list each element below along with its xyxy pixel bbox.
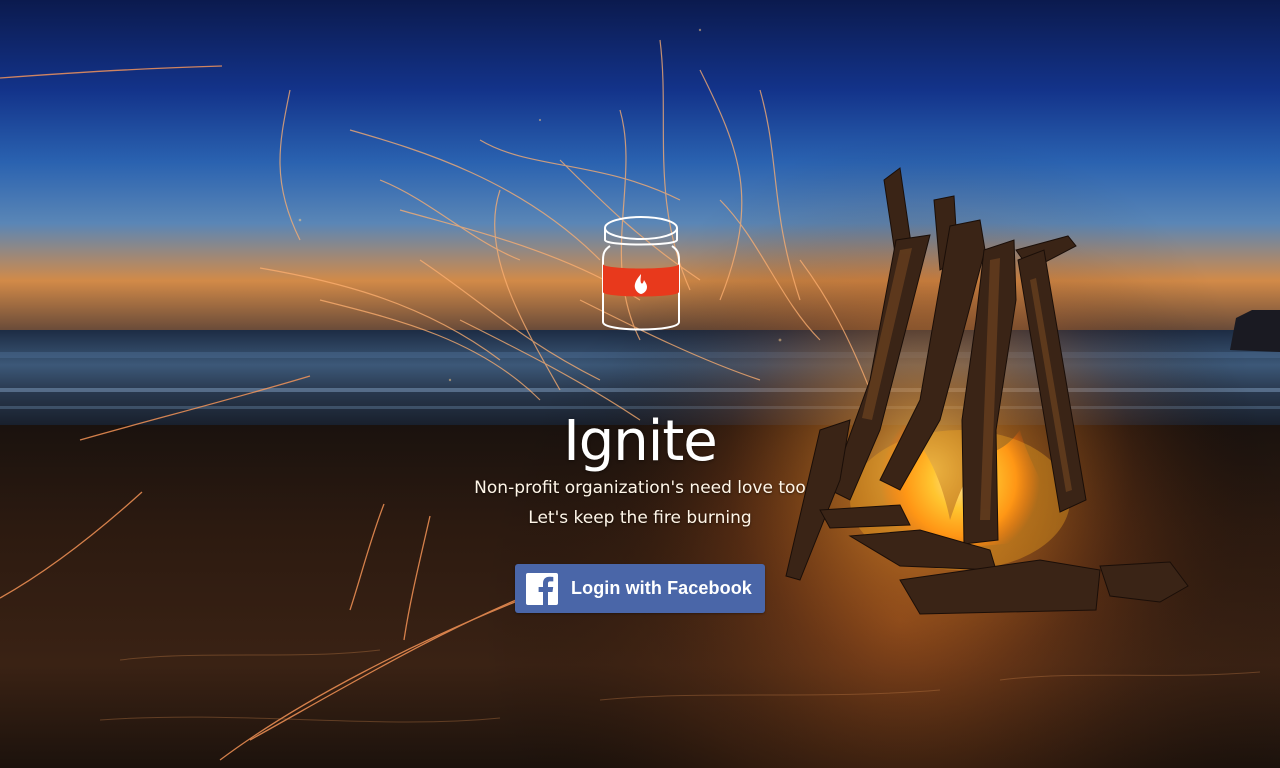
campfire-beach-background bbox=[0, 0, 1280, 768]
login-with-facebook-button[interactable]: Login with Facebook bbox=[515, 564, 765, 613]
facebook-icon bbox=[526, 572, 558, 605]
login-button-label: Login with Facebook bbox=[571, 578, 752, 598]
login-screen: Ignite Non-profit organization's need lo… bbox=[0, 0, 1280, 768]
